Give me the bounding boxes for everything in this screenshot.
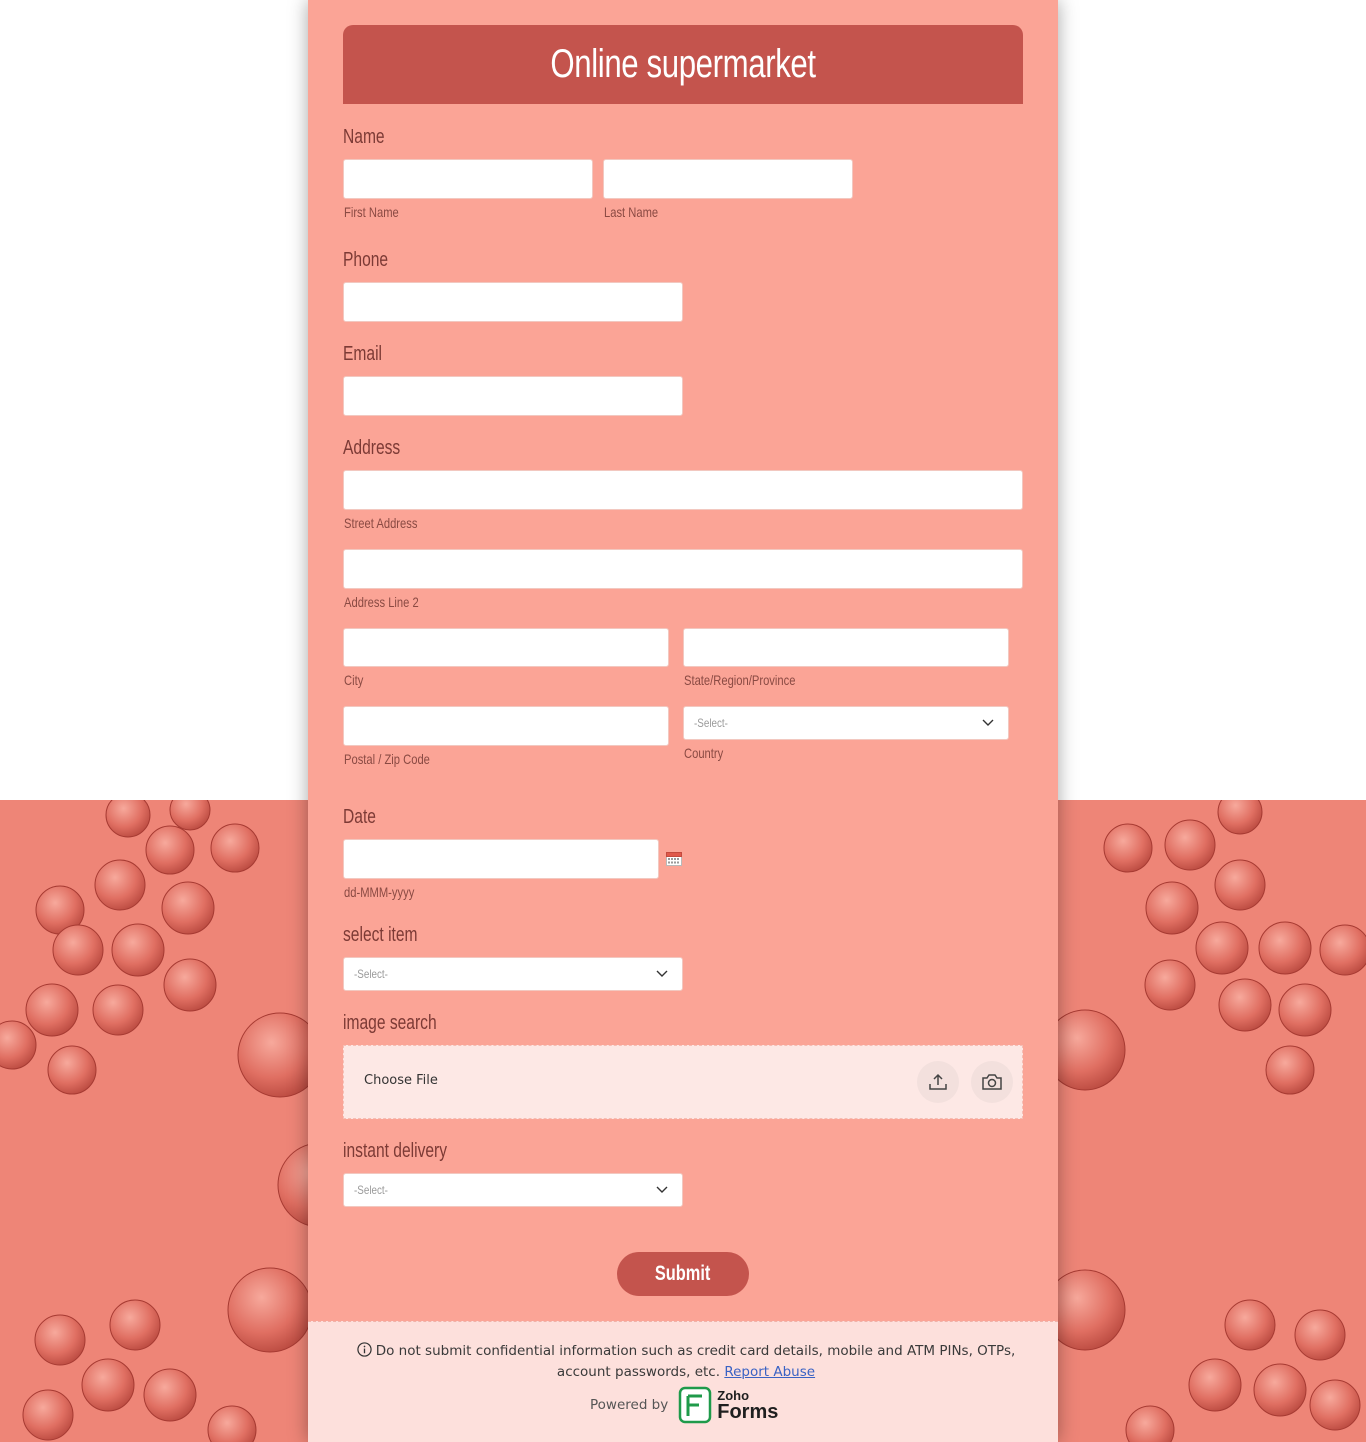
country-select-value: -Select- [694,716,728,730]
last-name-input[interactable] [603,159,853,199]
upload-button[interactable] [917,1061,959,1103]
confidentiality-text: Do not submit confidential information s… [375,1343,1016,1380]
country-sublabel: Country [684,745,724,761]
select-item-dropdown[interactable]: -Select- [343,957,683,991]
calendar-icon[interactable] [666,852,682,866]
camera-button[interactable] [971,1061,1013,1103]
phone-input[interactable] [343,282,683,322]
address-line2-sublabel: Address Line 2 [344,594,419,610]
powered-by: Powered by Zoho Forms [590,1386,778,1424]
street-address-sublabel: Street Address [344,515,418,531]
email-label: Email [343,343,383,365]
zoho-forms-logo-icon [679,1386,712,1424]
email-input[interactable] [343,376,683,416]
report-abuse-link[interactable]: Report Abuse [724,1364,815,1380]
first-name-input[interactable] [343,159,593,199]
form-header: Online supermarket [343,25,1023,104]
street-address-input[interactable] [343,470,1023,510]
chevron-down-icon [656,1186,668,1193]
instant-delivery-label: instant delivery [343,1140,448,1162]
form-title: Online supermarket [550,42,816,86]
zip-code-sublabel: Postal / Zip Code [344,751,430,767]
name-label: Name [343,126,385,148]
phone-label: Phone [343,249,389,271]
instant-delivery-dropdown[interactable]: -Select- [343,1173,683,1207]
address-line2-input[interactable] [343,549,1023,589]
submit-button-label: Submit [655,1262,711,1285]
date-label: Date [343,806,376,828]
camera-icon [982,1074,1002,1090]
form-footer: Do not submit confidential information s… [308,1321,1058,1442]
chevron-down-icon [656,970,668,977]
address-label: Address [343,437,401,459]
select-item-label: select item [343,924,418,946]
form-card: Online supermarket Name First Name Last … [308,0,1058,1442]
date-input[interactable] [343,839,659,879]
chevron-down-icon [982,719,994,726]
last-name-sublabel: Last Name [604,204,659,220]
state-sublabel: State/Region/Province [684,672,796,688]
upload-icon [929,1073,947,1090]
zip-code-input[interactable] [343,706,669,746]
brand-top-text: Zoho [717,1387,750,1403]
zoho-forms-logo[interactable]: Zoho Forms [678,1386,778,1424]
submit-button[interactable]: Submit [617,1252,749,1296]
info-icon [357,1342,372,1357]
instant-delivery-value: -Select- [354,1183,388,1197]
select-item-value: -Select- [354,967,388,981]
first-name-sublabel: First Name [344,204,399,220]
brand-bottom-text: Forms [717,1400,779,1423]
city-sublabel: City [344,672,364,688]
country-select[interactable]: -Select- [683,706,1009,740]
choose-file-text: Choose File [364,1073,438,1088]
city-input[interactable] [343,628,669,667]
state-input[interactable] [683,628,1009,667]
date-format-sublabel: dd-MMM-yyyy [344,884,415,900]
image-search-label: image search [343,1012,437,1034]
file-upload-area[interactable]: Choose File [343,1045,1023,1119]
powered-by-text: Powered by [590,1397,669,1413]
confidentiality-note: Do not submit confidential information s… [336,1341,1036,1383]
